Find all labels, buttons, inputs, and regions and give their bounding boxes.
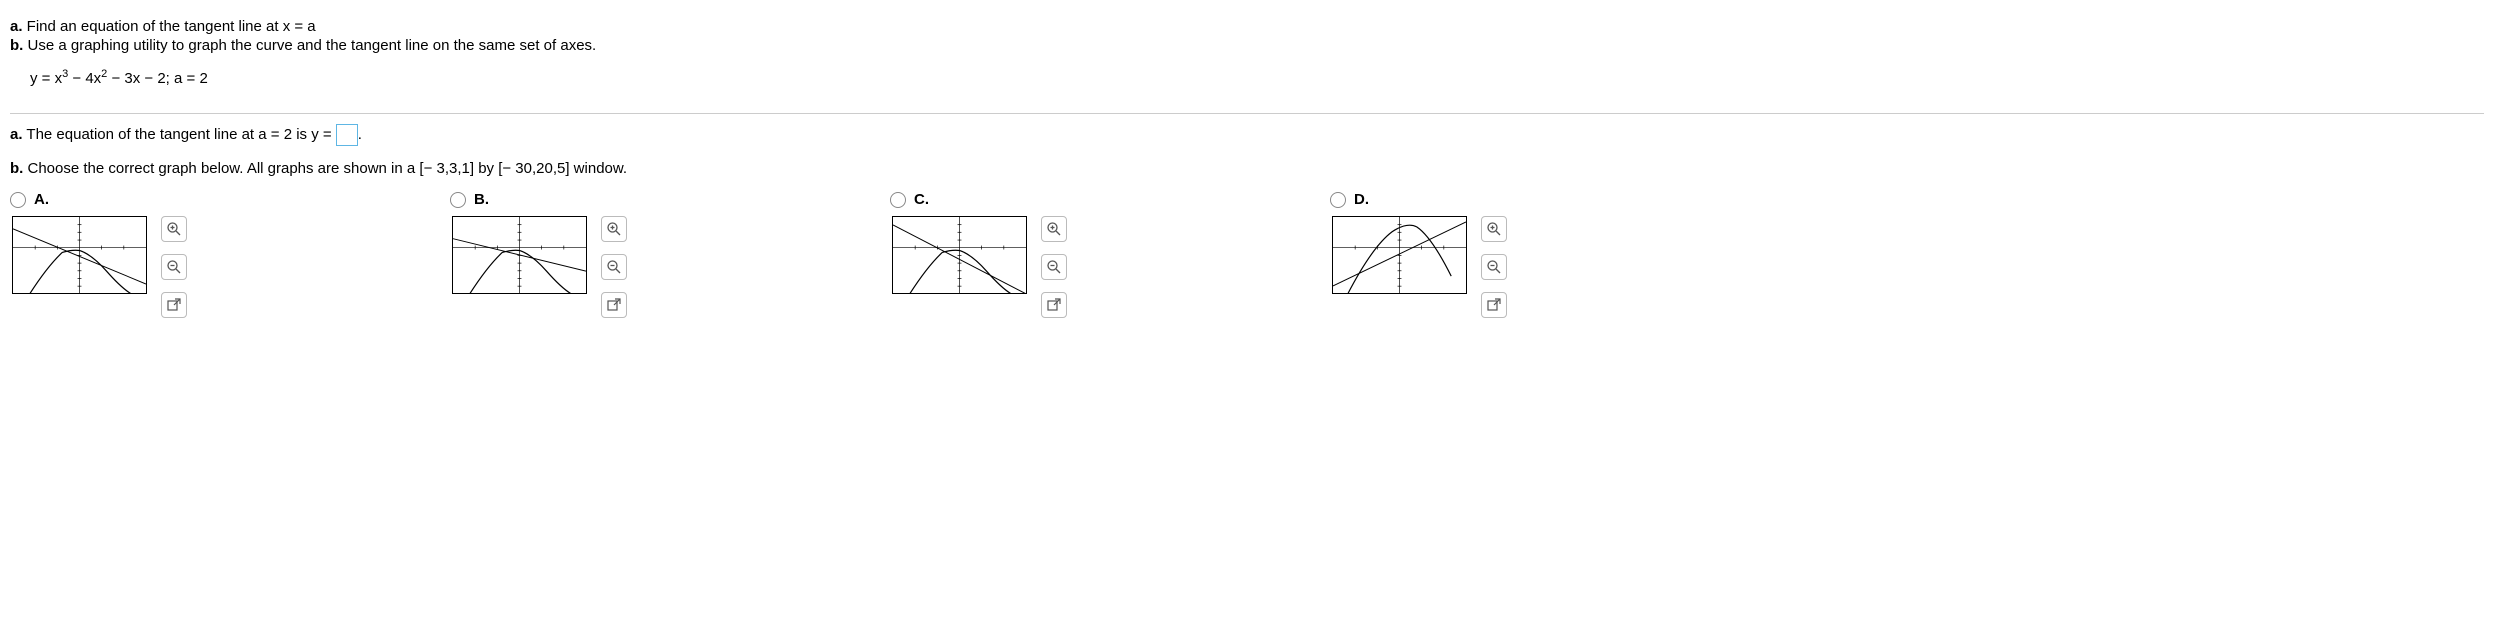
zoom-in-icon[interactable] <box>601 216 627 242</box>
answer-a-label: a. <box>10 126 23 143</box>
radio-a[interactable] <box>10 192 26 208</box>
graph-b-controls <box>601 216 627 318</box>
zoom-out-icon[interactable] <box>601 254 627 280</box>
choice-a: A. <box>10 191 450 318</box>
part-b-text: Use a graphing utility to graph the curv… <box>23 37 596 54</box>
popout-icon[interactable] <box>1041 292 1067 318</box>
zoom-out-icon[interactable] <box>161 254 187 280</box>
choice-d-header[interactable]: D. <box>1330 191 1770 208</box>
graph-b <box>452 216 587 294</box>
choice-b-header[interactable]: B. <box>450 191 890 208</box>
choice-b-label: B. <box>474 191 489 208</box>
problem-prompt: a. Find an equation of the tangent line … <box>10 10 2484 107</box>
popout-icon[interactable] <box>1481 292 1507 318</box>
separator <box>10 113 2484 114</box>
choice-c: C. <box>890 191 1330 318</box>
answer-b-label: b. <box>10 160 23 177</box>
answer-part-b: b. Choose the correct graph below. All g… <box>10 160 2484 177</box>
answer-a-after: . <box>358 126 362 143</box>
choice-c-label: C. <box>914 191 929 208</box>
answer-b-text: Choose the correct graph below. All grap… <box>23 160 627 177</box>
answer-input-box[interactable] <box>336 124 358 146</box>
answer-a-before: The equation of the tangent line at a = … <box>23 126 336 143</box>
choice-a-header[interactable]: A. <box>10 191 450 208</box>
choice-a-label: A. <box>34 191 49 208</box>
graph-a-controls <box>161 216 187 318</box>
graph-a <box>12 216 147 294</box>
zoom-out-icon[interactable] <box>1481 254 1507 280</box>
popout-icon[interactable] <box>601 292 627 318</box>
equation: y = x3 − 4x2 − 3x − 2; a = 2 <box>30 68 2484 87</box>
graph-c-controls <box>1041 216 1067 318</box>
zoom-in-icon[interactable] <box>1481 216 1507 242</box>
part-a-text: Find an equation of the tangent line at … <box>23 18 316 35</box>
radio-b[interactable] <box>450 192 466 208</box>
radio-d[interactable] <box>1330 192 1346 208</box>
zoom-out-icon[interactable] <box>1041 254 1067 280</box>
choice-c-header[interactable]: C. <box>890 191 1330 208</box>
choices-row: A. <box>10 191 2484 318</box>
part-b-prompt: b. Use a graphing utility to graph the c… <box>10 37 2484 54</box>
part-b-label: b. <box>10 37 23 54</box>
radio-c[interactable] <box>890 192 906 208</box>
graph-d-controls <box>1481 216 1507 318</box>
popout-icon[interactable] <box>161 292 187 318</box>
choice-d: D. <box>1330 191 1770 318</box>
choice-d-label: D. <box>1354 191 1369 208</box>
zoom-in-icon[interactable] <box>1041 216 1067 242</box>
answer-part-a: a. The equation of the tangent line at a… <box>10 124 2484 146</box>
part-a-prompt: a. Find an equation of the tangent line … <box>10 18 2484 35</box>
part-a-label: a. <box>10 18 23 35</box>
graph-d <box>1332 216 1467 294</box>
zoom-in-icon[interactable] <box>161 216 187 242</box>
choice-b: B. <box>450 191 890 318</box>
graph-c <box>892 216 1027 294</box>
